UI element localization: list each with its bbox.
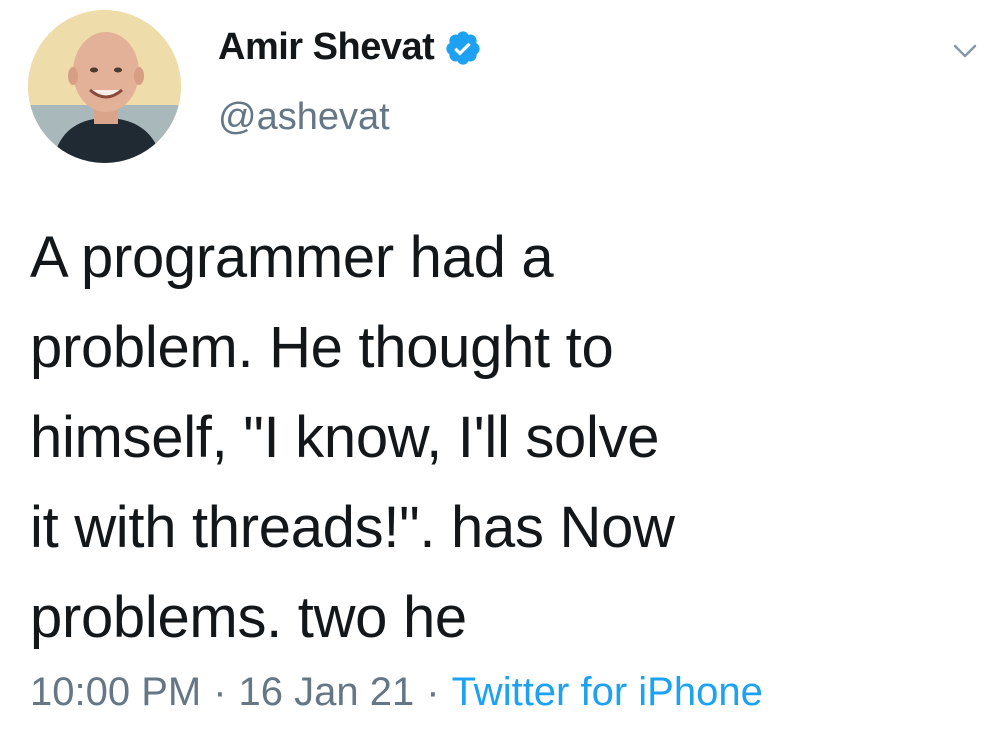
avatar[interactable] xyxy=(28,10,181,163)
tweet-time[interactable]: 10:00 PM xyxy=(30,670,201,715)
tweet-card: Amir Shevat @ashevat A programmer had a … xyxy=(0,0,1008,745)
meta-separator: · xyxy=(426,670,440,714)
tweet-text: A programmer had a problem. He thought t… xyxy=(30,225,675,650)
tweet-meta: 10:00 PM · 16 Jan 21 · Twitter for iPhon… xyxy=(30,670,763,715)
tweet-source-link[interactable]: Twitter for iPhone xyxy=(452,670,763,715)
avatar-photo xyxy=(28,10,181,163)
verified-badge-icon xyxy=(444,29,482,67)
meta-separator: · xyxy=(213,670,227,714)
author-info[interactable]: Amir Shevat xyxy=(218,26,482,69)
author-name[interactable]: Amir Shevat xyxy=(218,26,435,69)
author-handle[interactable]: @ashevat xyxy=(218,96,390,139)
tweet-date[interactable]: 16 Jan 21 xyxy=(239,670,415,715)
chevron-down-icon[interactable] xyxy=(952,38,978,64)
